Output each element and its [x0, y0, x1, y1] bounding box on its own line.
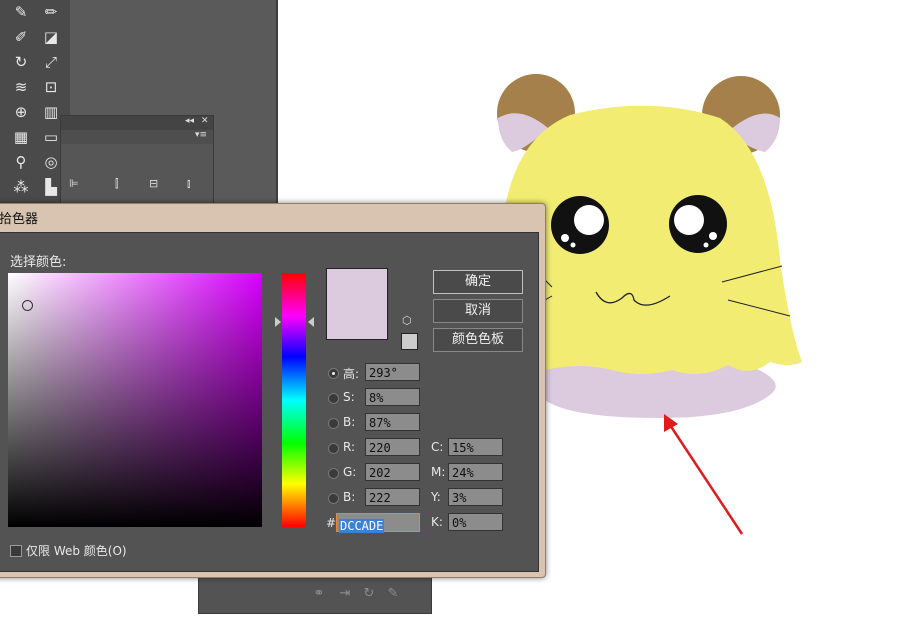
cyan-label: C: — [431, 440, 444, 454]
web-only-checkbox[interactable] — [10, 545, 22, 557]
magenta-input[interactable]: 24% — [448, 463, 503, 481]
left-eye-sparkle — [561, 234, 569, 242]
web-only-label: 仅限 Web 颜色(O) — [26, 544, 127, 558]
annotation-arrow-line — [668, 424, 744, 535]
hue-radio[interactable] — [328, 368, 339, 379]
cancel-button[interactable]: 取消 — [433, 299, 523, 323]
color-picker-dialog: 拾色器 选择颜色: ⬡ 确定 取消 颜色色板 高: 293° S: 8% B: … — [0, 203, 546, 578]
brightness-input[interactable]: 87% — [365, 413, 420, 431]
blue-label: B: — [343, 490, 356, 504]
magenta-label: M: — [431, 465, 446, 479]
green-input[interactable]: 202 — [365, 463, 420, 481]
green-label: G: — [343, 465, 357, 479]
hue-slider[interactable] — [282, 273, 306, 527]
left-eye-sparkle-small — [570, 242, 576, 248]
color-swatches-button[interactable]: 颜色色板 — [433, 328, 523, 352]
hue-input[interactable]: 293° — [365, 363, 420, 381]
black-input[interactable]: 0% — [448, 513, 503, 531]
black-label: K: — [431, 515, 443, 529]
right-eye-highlight — [674, 205, 704, 235]
saturation-label: S: — [343, 390, 355, 404]
color-field-cursor[interactable] — [22, 300, 33, 311]
dialog-body: 选择颜色: ⬡ 确定 取消 颜色色板 高: 293° S: 8% B: 87% — [0, 232, 539, 572]
magenta-row: M: 24% — [431, 463, 511, 483]
blue-row: B: 222 — [326, 488, 426, 508]
new-color-swatch — [326, 268, 388, 340]
hue-row: 高: 293° — [326, 363, 426, 383]
hex-value: DCCADE — [339, 519, 385, 533]
red-input[interactable]: 220 — [365, 438, 420, 456]
red-label: R: — [343, 440, 356, 454]
select-color-label: 选择颜色: — [10, 255, 67, 270]
left-eye-highlight — [574, 205, 604, 235]
hue-slider-handle-right[interactable] — [308, 317, 314, 327]
saturation-brightness-field[interactable] — [8, 273, 262, 527]
black-row: K: 0% — [431, 513, 511, 533]
right-eye-sparkle — [709, 232, 717, 240]
hue-label: 高: — [343, 367, 360, 381]
saturation-input[interactable]: 8% — [365, 388, 420, 406]
brightness-label: B: — [343, 415, 356, 429]
brightness-radio[interactable] — [328, 418, 339, 429]
web-safe-cube-icon[interactable]: ⬡ — [402, 315, 414, 327]
saturation-radio[interactable] — [328, 393, 339, 404]
blue-input[interactable]: 222 — [365, 488, 420, 506]
hue-slider-handle-left[interactable] — [275, 317, 281, 327]
web-safe-color-swatch[interactable] — [401, 333, 418, 350]
saturation-row: S: 8% — [326, 388, 426, 408]
hex-input[interactable]: DCCADE — [336, 513, 420, 533]
yellow-input[interactable]: 3% — [448, 488, 503, 506]
yellow-row: Y: 3% — [431, 488, 511, 508]
cyan-row: C: 15% — [431, 438, 511, 458]
right-eye-sparkle-small — [703, 242, 709, 248]
red-radio[interactable] — [328, 443, 339, 454]
green-row: G: 202 — [326, 463, 426, 483]
cyan-input[interactable]: 15% — [448, 438, 503, 456]
yellow-label: Y: — [431, 490, 441, 504]
brightness-row: B: 87% — [326, 413, 426, 433]
green-radio[interactable] — [328, 468, 339, 479]
dialog-title: 拾色器 — [0, 212, 39, 227]
hex-hash-label: # — [326, 516, 337, 530]
ok-button[interactable]: 确定 — [433, 270, 523, 294]
red-row: R: 220 — [326, 438, 426, 458]
blue-radio[interactable] — [328, 493, 339, 504]
